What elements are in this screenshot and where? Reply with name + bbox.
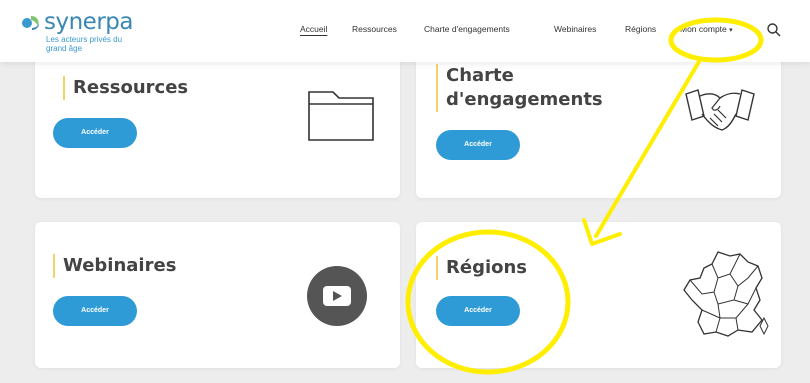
france-map-icon — [683, 251, 769, 337]
mon-compte-label: Mon compte — [680, 24, 727, 34]
card-title-ressources: Ressources — [63, 76, 188, 100]
chevron-down-icon: ▾ — [729, 27, 733, 34]
card-title-charte-line2: d'engagements — [446, 89, 603, 110]
card-title-webinaires: Webinaires — [53, 254, 176, 278]
acceder-button-charte[interactable]: Accéder — [436, 130, 520, 160]
nav-item-charte[interactable]: Charte d'engagements — [424, 24, 510, 34]
logo-wordmark: synerpa — [44, 9, 133, 35]
nav-item-mon-compte[interactable]: Mon compte ▾ — [680, 24, 733, 34]
nav-item-accueil[interactable]: Accueil — [300, 24, 327, 34]
search-icon[interactable] — [766, 22, 782, 38]
acceder-button-webinaires[interactable]: Accéder — [53, 296, 137, 326]
acceder-button-ressources[interactable]: Accéder — [53, 118, 137, 148]
card-title-charte: Charte d'engagements — [436, 64, 603, 112]
play-video-icon — [307, 266, 367, 326]
handshake-icon — [685, 89, 755, 131]
card-ressources: Ressources Accéder — [35, 48, 400, 198]
nav-item-ressources[interactable]: Ressources — [352, 24, 397, 34]
logo-mark-icon — [22, 16, 39, 30]
nav-item-webinaires[interactable]: Webinaires — [554, 24, 596, 34]
card-title-regions: Régions — [436, 256, 527, 280]
nav-item-regions[interactable]: Régions — [625, 24, 656, 34]
card-title-charte-line1: Charte — [446, 65, 514, 86]
synerpa-logo[interactable]: synerpa Les acteurs privés du grand âge — [20, 9, 160, 54]
logo-tagline: Les acteurs privés du grand âge — [46, 35, 123, 53]
card-regions: Régions Accéder — [416, 222, 781, 368]
card-charte: Charte d'engagements Accéder — [416, 48, 781, 198]
folder-icon — [308, 91, 374, 141]
acceder-button-regions[interactable]: Accéder — [436, 296, 520, 326]
card-webinaires: Webinaires Accéder — [35, 222, 400, 368]
site-header: synerpa Les acteurs privés du grand âge … — [0, 0, 810, 62]
